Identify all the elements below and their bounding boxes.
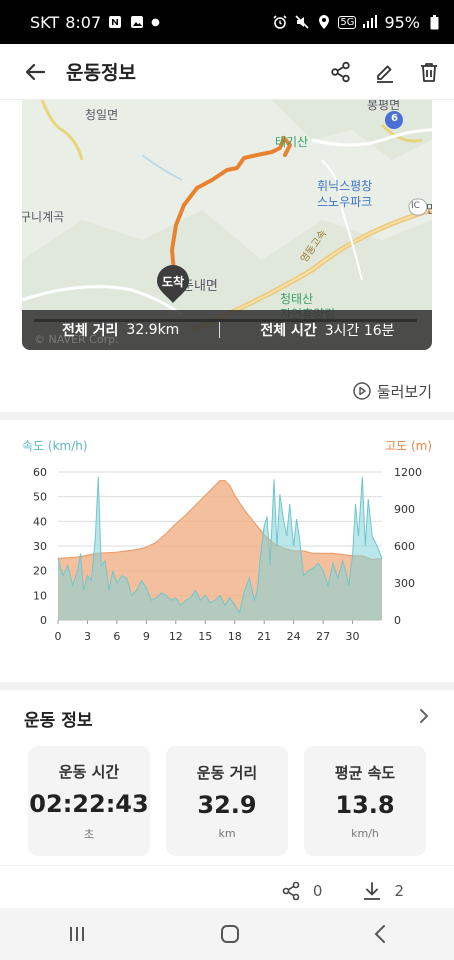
chart-left-tick: 50 bbox=[33, 491, 47, 504]
chart-right-axis-label: 고도 (m) bbox=[385, 439, 432, 453]
status-bar: SKT 8:07 ● 5G 95% bbox=[0, 0, 454, 44]
download-count: 2 bbox=[394, 881, 404, 900]
chart-left-tick: 20 bbox=[33, 565, 47, 578]
download-count-button[interactable]: 2 bbox=[362, 881, 404, 901]
chart-left-axis-label: 속도 (km/h) bbox=[22, 439, 88, 453]
app-bar: 운동정보 bbox=[0, 44, 454, 100]
play-circle-icon bbox=[353, 382, 371, 400]
summary-header[interactable]: 운동 정보 bbox=[0, 690, 454, 746]
card-average-speed: 평균 속도 13.8 km/h bbox=[304, 746, 426, 856]
chart-x-tick: 9 bbox=[143, 630, 150, 643]
clock: 8:07 bbox=[65, 12, 102, 32]
chart-left-tick: 10 bbox=[33, 589, 47, 602]
chart-x-tick: 21 bbox=[257, 630, 271, 643]
chart-svg: 속도 (km/h) 고도 (m) 60504030201001200900600… bbox=[22, 439, 432, 643]
card-exercise-time: 운동 시간 02:22:43 초 bbox=[28, 746, 150, 856]
speed-altitude-chart: 속도 (km/h) 고도 (m) 60 50 40 30 20 10 0 1200 900 600… bbox=[0, 420, 454, 682]
chart-left-tick: 40 bbox=[33, 515, 47, 528]
chart-right-tick: 900 bbox=[394, 503, 415, 516]
dot-icon: ● bbox=[151, 16, 160, 28]
chart-x-tick: 15 bbox=[198, 630, 212, 643]
back-arrow-icon[interactable] bbox=[24, 61, 46, 83]
chart-left-tick: 60 bbox=[33, 466, 47, 479]
location-icon bbox=[316, 14, 332, 30]
card-exercise-distance: 운동 거리 32.9 km bbox=[166, 746, 288, 856]
map-label-kunigye: 구니계곡 bbox=[22, 210, 65, 224]
chart-x-tick: 3 bbox=[84, 630, 91, 643]
chart-left-tick: 30 bbox=[33, 540, 47, 553]
card-label: 평균 속도 bbox=[334, 764, 396, 782]
total-time: 전체 시간 3시간 16분 bbox=[260, 320, 394, 340]
map-label-bongpyeong: 봉평면 bbox=[367, 100, 401, 112]
page-title: 운동정보 bbox=[66, 62, 136, 84]
arrival-pin-label: 도착 bbox=[161, 275, 185, 289]
n-notification-icon bbox=[107, 14, 123, 30]
chart-right-tick: 0 bbox=[394, 614, 401, 627]
back-icon[interactable] bbox=[373, 924, 387, 944]
chart-x-tick: 12 bbox=[169, 630, 183, 643]
chart-x-tick: 0 bbox=[55, 630, 62, 643]
chevron-right-icon[interactable] bbox=[418, 708, 430, 729]
system-nav-bar bbox=[0, 908, 454, 960]
map-label-myeon: 면 bbox=[426, 202, 432, 216]
total-time-label: 전체 시간 bbox=[260, 323, 317, 339]
chart-x-tick: 6 bbox=[113, 630, 120, 643]
chart-x-tick: 18 bbox=[228, 630, 242, 643]
chart-right-tick: 300 bbox=[394, 577, 415, 590]
map-label-route-number: 6 bbox=[391, 113, 398, 124]
download-icon bbox=[362, 881, 382, 901]
card-label: 운동 시간 bbox=[58, 762, 120, 781]
gallery-notification-icon bbox=[129, 14, 145, 30]
lookaround-button[interactable]: 둘러보기 bbox=[0, 350, 454, 412]
route-map[interactable]: 청일면 봉평면 6 태기산 휘닉스평창 스노우파크 IC 면 구니계곡 영동고속… bbox=[22, 100, 432, 350]
home-icon[interactable] bbox=[220, 924, 240, 944]
chart-x-tick: 24 bbox=[287, 630, 301, 643]
card-label: 운동 거리 bbox=[196, 764, 258, 782]
recent-apps-icon[interactable] bbox=[67, 925, 87, 943]
arrival-pin[interactable]: 도착 bbox=[156, 264, 190, 304]
battery-percent: 95% bbox=[384, 12, 420, 32]
map-label-taegisan: 태기산 bbox=[275, 135, 309, 149]
summary-cards: 운동 시간 02:22:43 초 운동 거리 32.9 km 평균 속도 13.… bbox=[0, 746, 454, 856]
summary-title: 운동 정보 bbox=[24, 710, 93, 731]
map-label-cheongil: 청일면 bbox=[85, 108, 119, 122]
chart-x-tick: 30 bbox=[346, 630, 360, 643]
section-divider-2 bbox=[0, 682, 454, 690]
card-value: 13.8 bbox=[335, 791, 395, 819]
share-count: 0 bbox=[312, 881, 323, 900]
share-icon[interactable] bbox=[330, 61, 352, 83]
card-unit: 초 bbox=[83, 827, 95, 841]
card-unit: km/h bbox=[351, 827, 379, 840]
network-type-label: 5G bbox=[338, 15, 357, 29]
carrier-label: SKT bbox=[30, 12, 60, 32]
alarm-icon bbox=[272, 14, 288, 30]
chart-right-tick: 1200 bbox=[394, 466, 422, 479]
trash-icon[interactable] bbox=[418, 61, 440, 83]
chart-left-tick: 0 bbox=[40, 614, 47, 627]
map-watermark: © NAVER Corp. bbox=[34, 333, 119, 346]
chart-right-tick: 600 bbox=[394, 540, 415, 553]
card-unit: km bbox=[218, 827, 236, 840]
card-value: 32.9 bbox=[197, 791, 257, 819]
total-time-value: 3시간 16분 bbox=[324, 323, 395, 339]
total-distance-value: 32.9km bbox=[126, 322, 180, 338]
share-icon bbox=[281, 881, 301, 901]
stats-divider bbox=[219, 322, 221, 338]
signal-icon bbox=[362, 14, 378, 30]
map-label-ic: IC bbox=[411, 201, 420, 211]
share-count-button[interactable]: 0 bbox=[281, 881, 323, 901]
card-value: 02:22:43 bbox=[29, 789, 149, 818]
edit-icon[interactable] bbox=[374, 61, 396, 83]
map-label-phoenix-2: 스노우파크 bbox=[317, 195, 373, 209]
section-divider bbox=[0, 412, 454, 420]
chart-x-tick: 27 bbox=[316, 630, 330, 643]
map-label-phoenix-1: 휘닉스평창 bbox=[317, 179, 373, 193]
battery-icon bbox=[426, 14, 442, 30]
mute-icon bbox=[294, 14, 310, 30]
lookaround-label: 둘러보기 bbox=[376, 382, 432, 401]
